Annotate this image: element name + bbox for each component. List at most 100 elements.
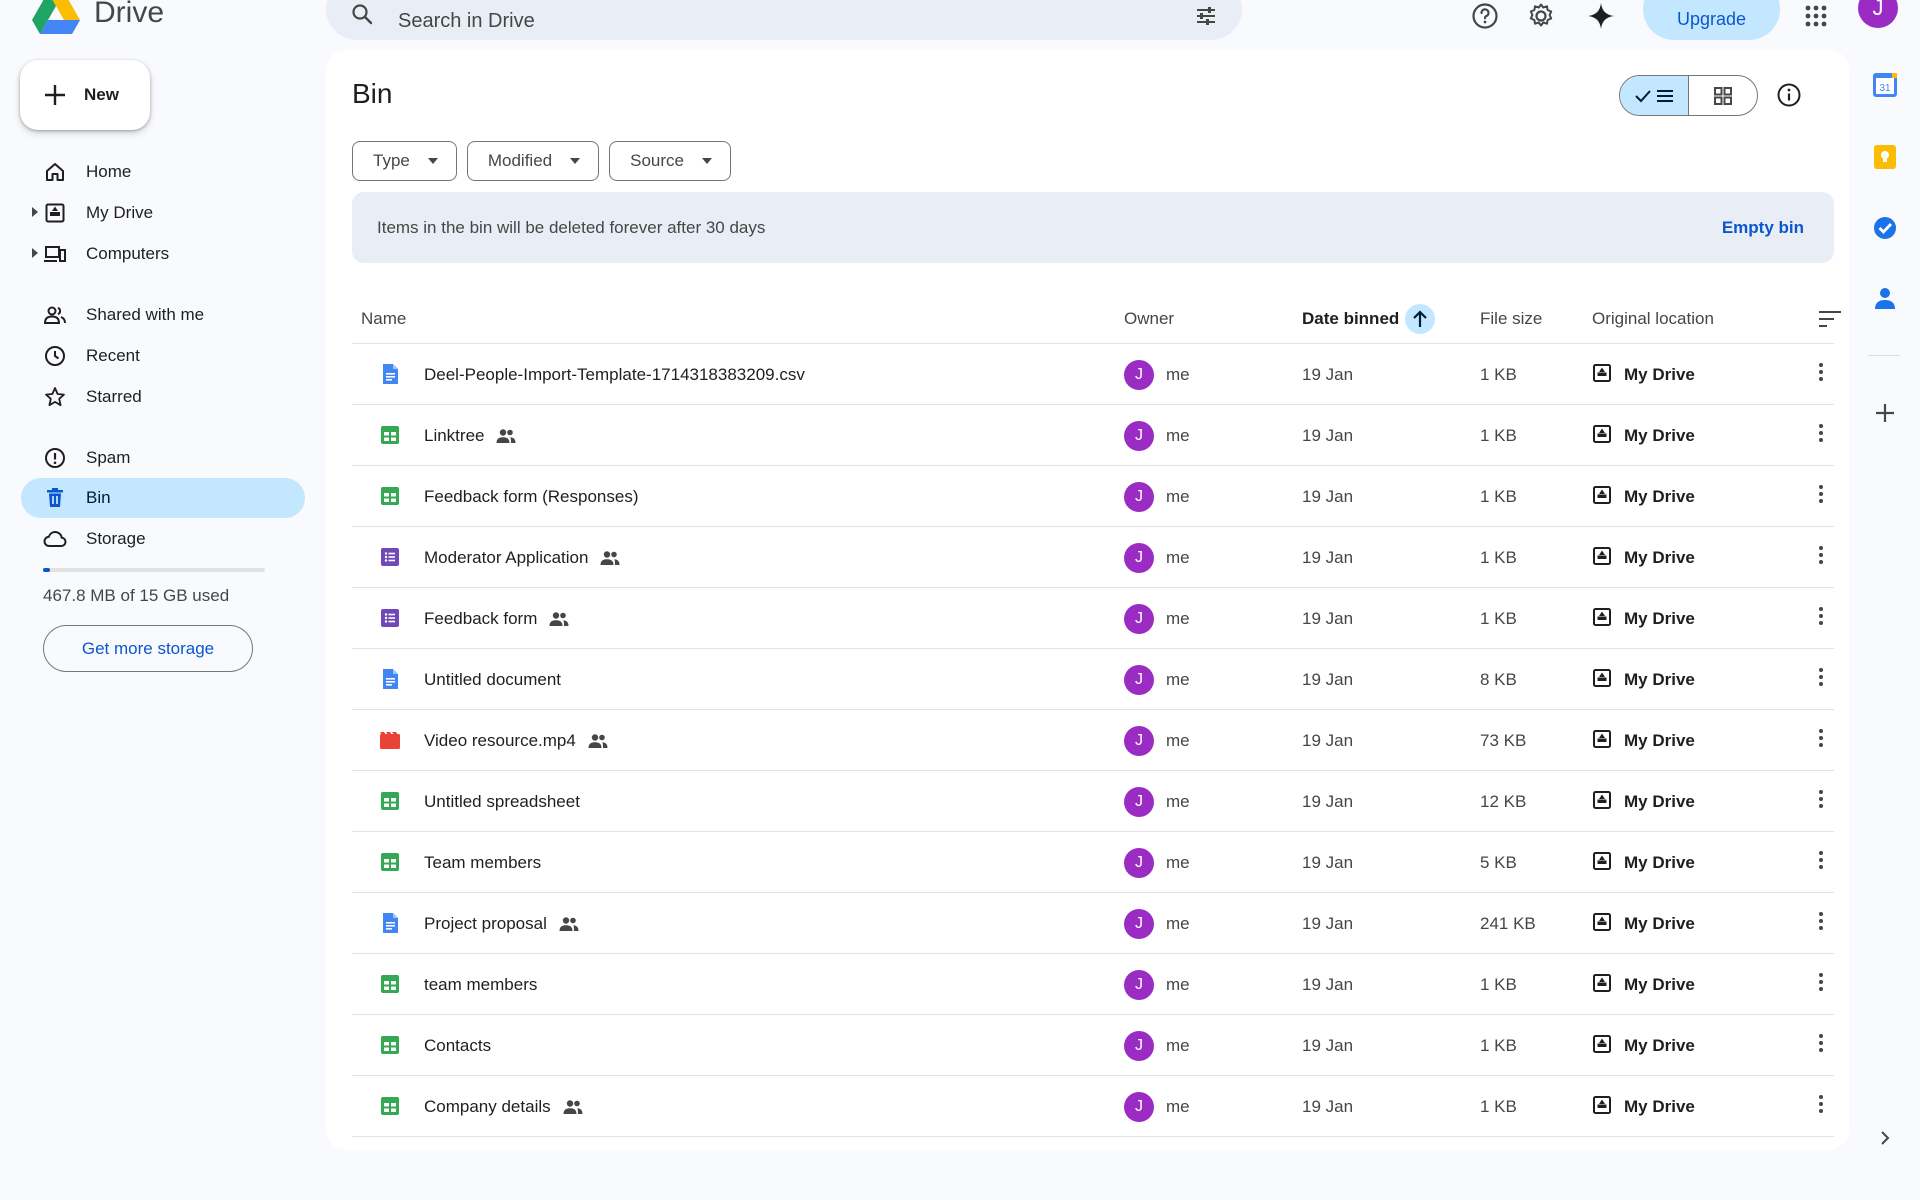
my-drive-icon — [1592, 424, 1612, 444]
original-location[interactable]: My Drive — [1624, 853, 1695, 873]
original-location[interactable]: My Drive — [1624, 792, 1695, 812]
more-actions-button[interactable] — [1818, 1033, 1824, 1053]
table-row[interactable]: Project proposal J me 19 Jan 241 KB My D… — [352, 893, 1834, 954]
table-row[interactable]: Deel-People-Import-Template-171431838320… — [352, 344, 1834, 405]
table-row[interactable]: Untitled spreadsheet J me 19 Jan 12 KB M… — [352, 771, 1834, 832]
file-name[interactable]: Deel-People-Import-Template-171431838320… — [424, 365, 805, 385]
file-name[interactable]: Company details — [424, 1097, 583, 1117]
gemini-button[interactable] — [1581, 0, 1621, 36]
table-row[interactable]: Video resource.mp4 J me 19 Jan 73 KB My … — [352, 710, 1834, 771]
more-actions-button[interactable] — [1818, 423, 1824, 443]
more-actions-button[interactable] — [1818, 362, 1824, 382]
file-name[interactable]: Team members — [424, 853, 541, 873]
get-add-ons-button[interactable] — [1872, 400, 1898, 426]
drive-logo[interactable]: Drive — [32, 0, 164, 34]
tasks-app-button[interactable] — [1872, 215, 1898, 241]
more-actions-button[interactable] — [1818, 850, 1824, 870]
sort-direction-button[interactable] — [1405, 304, 1436, 334]
more-actions-button[interactable] — [1818, 728, 1824, 748]
table-row[interactable]: Moderator Application J me 19 Jan 1 KB M… — [352, 527, 1834, 588]
file-name[interactable]: Untitled spreadsheet — [424, 792, 580, 812]
search-bar[interactable]: Search in Drive — [326, 0, 1242, 40]
file-name[interactable]: team members — [424, 975, 537, 995]
sort-options-button[interactable] — [1818, 310, 1842, 328]
keep-app-button[interactable] — [1872, 144, 1898, 170]
owner-avatar: J — [1124, 604, 1154, 634]
grid-view-button[interactable] — [1689, 76, 1758, 115]
column-header-file-size[interactable]: File size — [1480, 309, 1542, 329]
date-binned: 19 Jan — [1302, 365, 1354, 384]
table-row[interactable]: team members J me 19 Jan 1 KB My Drive — [352, 954, 1834, 1015]
type-filter-chip[interactable]: Type — [352, 141, 457, 181]
file-name[interactable]: Project proposal — [424, 914, 579, 934]
file-name[interactable]: Untitled document — [424, 670, 561, 690]
column-header-owner[interactable]: Owner — [1124, 309, 1174, 329]
table-row[interactable]: Contacts J me 19 Jan 1 KB My Drive — [352, 1015, 1834, 1076]
table-row[interactable]: Feedback form (Responses) J me 19 Jan 1 … — [352, 466, 1834, 527]
sidebar-item-recent[interactable]: Recent — [21, 336, 305, 376]
sidebar-item-spam[interactable]: Spam — [21, 438, 305, 478]
help-button[interactable] — [1465, 0, 1505, 36]
more-actions-button[interactable] — [1818, 911, 1824, 931]
table-row[interactable]: Feedback form J me 19 Jan 1 KB My Drive — [352, 588, 1834, 649]
expand-caret-icon[interactable] — [31, 207, 39, 217]
more-actions-button[interactable] — [1818, 545, 1824, 565]
show-side-panel-button[interactable] — [1872, 1125, 1898, 1151]
file-name[interactable]: Moderator Application — [424, 548, 620, 568]
original-location[interactable]: My Drive — [1624, 975, 1695, 995]
expand-caret-icon[interactable] — [31, 248, 39, 258]
upgrade-button[interactable]: Upgrade — [1643, 0, 1780, 40]
search-options-icon[interactable] — [1194, 4, 1218, 28]
original-location[interactable]: My Drive — [1624, 548, 1695, 568]
original-location[interactable]: My Drive — [1624, 487, 1695, 507]
table-row[interactable]: Company details J me 19 Jan 1 KB My Driv… — [352, 1076, 1834, 1137]
sidebar-item-bin[interactable]: Bin — [21, 478, 305, 518]
sidebar-item-shared-with-me[interactable]: Shared with me — [21, 295, 305, 335]
more-actions-button[interactable] — [1818, 667, 1824, 687]
file-name[interactable]: Contacts — [424, 1036, 491, 1056]
original-location[interactable]: My Drive — [1624, 609, 1695, 629]
account-avatar[interactable]: J — [1858, 0, 1898, 28]
table-row[interactable]: Linktree J me 19 Jan 1 KB My Drive — [352, 405, 1834, 466]
file-name[interactable]: Feedback form (Responses) — [424, 487, 638, 507]
apps-button[interactable] — [1796, 0, 1836, 36]
new-button[interactable]: New — [20, 60, 150, 130]
column-header-name[interactable]: Name — [361, 309, 406, 329]
original-location[interactable]: My Drive — [1624, 914, 1695, 934]
contacts-app-button[interactable] — [1872, 285, 1898, 311]
get-more-storage-button[interactable]: Get more storage — [43, 625, 253, 672]
file-name[interactable]: Video resource.mp4 — [424, 731, 608, 751]
docs-file-icon — [378, 362, 402, 386]
sidebar-item-storage[interactable]: Storage — [21, 519, 305, 559]
source-filter-chip[interactable]: Source — [609, 141, 731, 181]
original-location[interactable]: My Drive — [1624, 731, 1695, 751]
sidebar-item-starred[interactable]: Starred — [21, 377, 305, 417]
modified-filter-chip[interactable]: Modified — [466, 141, 600, 181]
calendar-app-button[interactable]: 31 — [1872, 72, 1898, 98]
more-actions-button[interactable] — [1818, 606, 1824, 626]
more-actions-button[interactable] — [1818, 484, 1824, 504]
empty-bin-button[interactable]: Empty bin — [1722, 218, 1804, 238]
search-input[interactable]: Search in Drive — [398, 10, 535, 33]
more-actions-button[interactable] — [1818, 972, 1824, 992]
column-header-original-location[interactable]: Original location — [1592, 309, 1714, 329]
sidebar-item-home[interactable]: Home — [21, 152, 305, 192]
original-location[interactable]: My Drive — [1624, 426, 1695, 446]
original-location[interactable]: My Drive — [1624, 365, 1695, 385]
file-name[interactable]: Linktree — [424, 426, 516, 446]
list-view-button[interactable] — [1620, 76, 1689, 115]
settings-button[interactable] — [1521, 0, 1561, 36]
column-header-date-binned[interactable]: Date binned — [1302, 304, 1436, 334]
more-actions-button[interactable] — [1818, 789, 1824, 809]
details-button[interactable] — [1776, 82, 1802, 108]
sidebar-item-my-drive[interactable]: My Drive — [21, 193, 305, 233]
table-row[interactable]: Team members J me 19 Jan 5 KB My Drive — [352, 832, 1834, 893]
original-location[interactable]: My Drive — [1624, 1097, 1695, 1117]
file-name[interactable]: Feedback form — [424, 609, 569, 629]
sidebar-item-computers[interactable]: Computers — [21, 234, 305, 274]
table-row[interactable]: Untitled document J me 19 Jan 8 KB My Dr… — [352, 649, 1834, 710]
original-location[interactable]: My Drive — [1624, 1036, 1695, 1056]
more-actions-button[interactable] — [1818, 1094, 1824, 1114]
original-location[interactable]: My Drive — [1624, 670, 1695, 690]
search-icon[interactable] — [350, 2, 374, 26]
